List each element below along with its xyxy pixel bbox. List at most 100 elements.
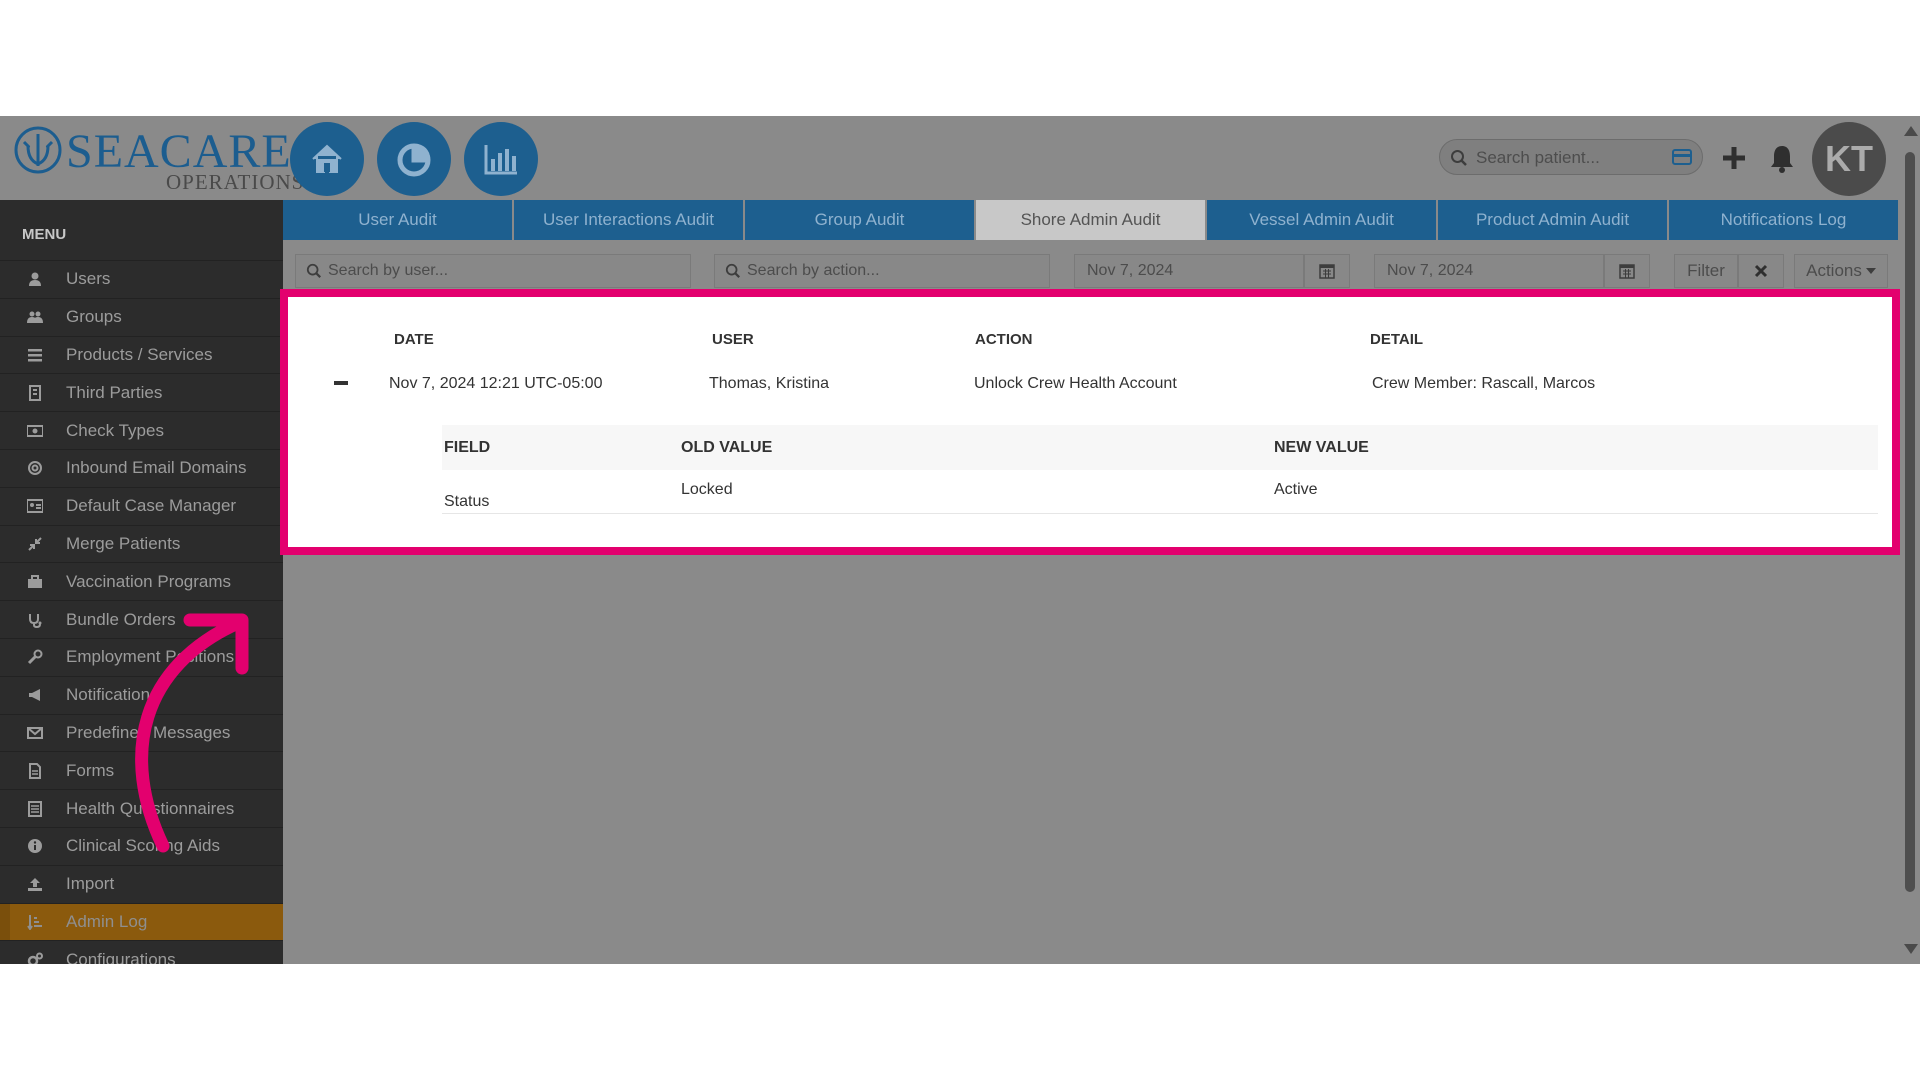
date-to-input[interactable]: Nov 7, 2024 [1374, 254, 1604, 288]
logo-subtitle: OPERATIONS [166, 170, 305, 194]
id-card-icon[interactable] [1672, 149, 1692, 165]
search-icon [1451, 150, 1467, 166]
users-icon [24, 306, 46, 328]
sidebar-item-configurations[interactable]: Configurations [0, 940, 283, 964]
patient-search-input[interactable] [1474, 140, 1668, 176]
sidebar-item-check-types[interactable]: Check Types [0, 411, 283, 449]
home-button[interactable] [290, 122, 364, 196]
sidebar-item-third-parties[interactable]: Third Parties [0, 373, 283, 411]
scroll-up-arrow-icon[interactable] [1904, 126, 1918, 136]
sidebar-item-label: Forms [66, 760, 115, 780]
sidebar-item-label: Third Parties [66, 382, 163, 402]
id-card-icon [24, 495, 46, 517]
wrench-icon [24, 646, 46, 668]
tab-shore-admin-audit[interactable]: Shore Admin Audit [976, 200, 1207, 240]
change-header-field: FIELD [444, 439, 491, 456]
sidebar-item-label: Groups [66, 307, 122, 327]
tab-user-interactions-audit[interactable]: User Interactions Audit [514, 200, 745, 240]
change-new-value: Active [1274, 481, 1318, 498]
sidebar-item-import[interactable]: Import [0, 864, 283, 903]
stethoscope-icon [24, 609, 46, 631]
briefcase-icon [24, 571, 46, 593]
search-icon [306, 263, 322, 279]
sidebar-item-label: Admin Log [66, 911, 148, 931]
change-header-new-value: NEW VALUE [1274, 439, 1369, 456]
menu-title: MENU [22, 226, 67, 243]
page-scrollbar[interactable] [1900, 116, 1920, 964]
sidebar-item-users[interactable]: Users [0, 260, 283, 298]
home-icon [312, 144, 342, 173]
tab-user-audit[interactable]: User Audit [283, 200, 514, 240]
money-icon [24, 420, 46, 442]
caret-down-icon [1865, 268, 1876, 274]
sidebar-item-label: Check Types [66, 420, 164, 440]
row-action: Unlock Crew Health Account [974, 375, 1177, 392]
patient-search-box[interactable] [1439, 139, 1703, 176]
sidebar-item-groups[interactable]: Groups [0, 297, 283, 336]
sidebar-item-vaccination-programs[interactable]: Vaccination Programs [0, 562, 283, 600]
form-icon [24, 798, 46, 820]
scroll-thumb[interactable] [1905, 152, 1915, 892]
user-search-box[interactable] [295, 254, 691, 288]
date-from-input[interactable]: Nov 7, 2024 [1074, 254, 1304, 288]
collapse-row-icon[interactable] [334, 381, 348, 385]
change-header-old-value: OLD VALUE [681, 439, 773, 456]
row-detail: Crew Member: Rascall, Marcos [1372, 375, 1596, 392]
bell-icon[interactable] [1766, 142, 1798, 174]
user-search-input[interactable] [326, 261, 646, 281]
plus-icon[interactable] [1718, 142, 1750, 174]
bar-chart-icon [484, 145, 517, 175]
sidebar-item-label: Default Case Manager [66, 496, 237, 516]
envelope-icon [24, 722, 46, 744]
change-row-divider [442, 513, 1878, 514]
search-icon [725, 263, 741, 279]
reports-button[interactable] [464, 122, 538, 196]
dashboard-button[interactable] [377, 122, 451, 196]
actions-label: Actions [1806, 261, 1862, 280]
sidebar-item-label: Configurations [66, 949, 176, 964]
change-table-header [442, 425, 1878, 470]
sidebar-item-default-case-manager[interactable]: Default Case Manager [0, 486, 283, 525]
clear-filter-button[interactable] [1738, 254, 1784, 288]
cogs-icon [24, 949, 46, 964]
tab-notifications-log[interactable]: Notifications Log [1669, 200, 1900, 240]
action-search-box[interactable] [714, 254, 1050, 288]
compress-icon [24, 533, 46, 555]
tab-product-admin-audit[interactable]: Product Admin Audit [1438, 200, 1669, 240]
sidebar-item-inbound-email-domains[interactable]: Inbound Email Domains [0, 448, 283, 487]
tab-group-audit[interactable]: Group Audit [745, 200, 976, 240]
change-old-value: Locked [681, 481, 733, 498]
date-from-calendar-button[interactable] [1304, 254, 1350, 288]
megaphone-icon [24, 684, 46, 706]
calendar-icon [1619, 264, 1635, 279]
scroll-down-arrow-icon[interactable] [1904, 944, 1918, 954]
date-to-calendar-button[interactable] [1604, 254, 1650, 288]
column-header-user: USER [712, 331, 754, 348]
sidebar-item-label: Inbound Email Domains [66, 458, 247, 478]
tab-vessel-admin-audit[interactable]: Vessel Admin Audit [1207, 200, 1438, 240]
actions-dropdown-button[interactable]: Actions [1794, 254, 1888, 288]
user-avatar[interactable]: KT [1812, 122, 1886, 196]
calendar-icon [1319, 264, 1335, 279]
list-icon [24, 344, 46, 366]
column-header-date: DATE [394, 331, 434, 348]
sort-icon [24, 911, 46, 933]
sidebar-item-products-services[interactable]: Products / Services [0, 335, 283, 374]
sidebar-item-merge-patients[interactable]: Merge Patients [0, 524, 283, 563]
row-user: Thomas, Kristina [709, 375, 830, 392]
column-header-detail: DETAIL [1370, 331, 1424, 348]
sidebar-item-label: Merge Patients [66, 533, 181, 553]
filter-button[interactable]: Filter [1674, 254, 1738, 288]
action-search-input[interactable] [745, 261, 1017, 281]
audit-tabs: User Audit User Interactions Audit Group A… [283, 200, 1900, 240]
seacare-logo[interactable]: SEACARE OPERATIONS [14, 124, 303, 194]
audit-table-highlight: DATE USER ACTION DETAIL Nov 7, 2024 12:2… [280, 289, 1900, 555]
close-icon [1754, 264, 1768, 278]
sidebar-item-admin-log[interactable]: Admin Log [0, 902, 283, 941]
change-field-value: Status [444, 493, 490, 510]
at-icon [24, 457, 46, 479]
anchor-emblem-icon [14, 126, 62, 174]
pie-chart-icon [397, 143, 431, 177]
row-date: Nov 7, 2024 12:21 UTC-05:00 [389, 375, 603, 392]
annotation-arrow-icon [135, 613, 249, 853]
